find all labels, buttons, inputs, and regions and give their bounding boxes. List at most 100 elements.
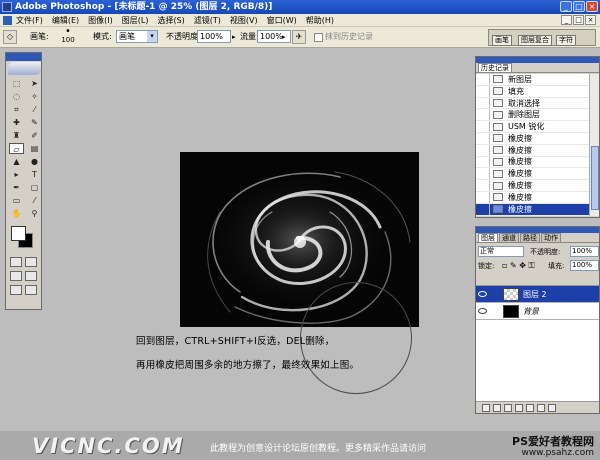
blur-tool-icon[interactable]: ▲	[9, 156, 24, 167]
airbrush-icon[interactable]: ✈	[292, 30, 306, 44]
history-item-label: 橡皮擦	[508, 157, 532, 167]
quick-mask-mode-icon[interactable]	[25, 257, 37, 267]
mode-select[interactable]: 画笔 ▾	[116, 30, 158, 43]
standard-screen-icon[interactable]	[10, 271, 22, 281]
shape-tool-icon[interactable]: ▢	[27, 182, 42, 193]
history-item[interactable]: 橡皮擦	[476, 132, 591, 145]
brush-picker[interactable]: • 100	[57, 27, 79, 46]
fill-input[interactable]: 100%	[570, 260, 599, 271]
zoom-tool-icon[interactable]: ⚲	[27, 208, 42, 219]
tab-actions[interactable]: 动作	[541, 233, 561, 242]
menu-window[interactable]: 窗口(W)	[267, 14, 297, 27]
history-item-active[interactable]: 橡皮擦	[476, 203, 591, 216]
clone-stamp-tool-icon[interactable]: ♜	[9, 130, 24, 141]
well-tab-brushes[interactable]: 画笔	[492, 35, 512, 46]
crop-tool-icon[interactable]: ⌗	[9, 104, 24, 115]
jump-row	[6, 283, 41, 297]
history-brush-tool-icon[interactable]: ✐	[27, 130, 42, 141]
minimize-button[interactable]: _	[560, 1, 572, 12]
opacity-input[interactable]: 100%	[197, 30, 231, 43]
notes-tool-icon[interactable]: ▭	[9, 195, 24, 206]
photoshop-feather-logo[interactable]	[8, 62, 41, 75]
menu-view[interactable]: 视图(V)	[230, 14, 258, 27]
dodge-tool-icon[interactable]: ●	[27, 156, 42, 167]
history-item[interactable]: 删除图层	[476, 109, 591, 122]
move-tool-icon[interactable]: ➤	[27, 78, 42, 89]
tab-paths[interactable]: 路径	[520, 233, 540, 242]
menu-file[interactable]: 文件(F)	[16, 14, 43, 27]
flow-arrow-icon[interactable]: ▸	[282, 30, 286, 44]
adjustment-layer-icon[interactable]	[515, 404, 523, 412]
eraser-state-icon	[493, 193, 503, 202]
eye-icon[interactable]	[478, 291, 487, 297]
full-screen-menu-icon[interactable]	[25, 271, 37, 281]
history-state-icon	[493, 122, 503, 131]
doc-minimize-button[interactable]: _	[561, 15, 572, 25]
gradient-tool-icon[interactable]: ▤	[27, 143, 42, 154]
marquee-tool-icon[interactable]: ⬚	[9, 78, 24, 89]
type-tool-icon[interactable]: T	[27, 169, 42, 180]
eyedropper-tool-icon[interactable]: ⁄	[27, 195, 42, 206]
standard-mode-icon[interactable]	[10, 257, 22, 267]
history-item[interactable]: 填充	[476, 85, 591, 98]
history-state-icon	[493, 98, 503, 107]
slice-tool-icon[interactable]: ⁄	[27, 104, 42, 115]
hand-tool-icon[interactable]: ✋	[9, 208, 24, 219]
magic-wand-tool-icon[interactable]: ✧	[27, 91, 42, 102]
doc-restore-button[interactable]: □	[573, 15, 584, 25]
lasso-tool-icon[interactable]: ◌	[9, 91, 24, 102]
blend-mode-select[interactable]: 正常	[478, 246, 524, 257]
link-icon[interactable]	[482, 404, 490, 412]
healing-brush-tool-icon[interactable]: ✚	[9, 117, 24, 128]
history-scroll-thumb[interactable]	[591, 146, 599, 210]
opacity-arrow-icon[interactable]: ▸	[232, 30, 236, 44]
toolbox-header[interactable]	[6, 53, 41, 61]
history-item[interactable]: 取消选择	[476, 97, 591, 110]
history-item[interactable]: 橡皮擦	[476, 156, 591, 169]
history-item[interactable]: 橡皮擦	[476, 191, 591, 204]
tab-layers[interactable]: 图层	[478, 233, 498, 242]
menu-help[interactable]: 帮助(H)	[306, 14, 334, 27]
history-item[interactable]: USM 锐化	[476, 121, 591, 133]
menu-image[interactable]: 图像(I)	[88, 14, 113, 27]
layer-row-layer-2[interactable]: 图层 2	[476, 286, 599, 303]
tab-history[interactable]: 历史记录	[478, 63, 512, 72]
layer-opacity-input[interactable]: 100%	[570, 246, 599, 257]
history-item[interactable]: 橡皮擦	[476, 168, 591, 181]
foreground-color-swatch[interactable]	[11, 226, 26, 241]
history-item-label: 删除图层	[508, 110, 540, 120]
tab-channels[interactable]: 通道	[499, 233, 519, 242]
trash-icon[interactable]	[548, 404, 556, 412]
close-button[interactable]: ×	[586, 1, 598, 12]
history-item[interactable]: 橡皮擦	[476, 144, 591, 157]
doc-close-button[interactable]: ×	[585, 15, 596, 25]
layer-style-icon[interactable]	[493, 404, 501, 412]
eye-icon[interactable]	[478, 308, 487, 314]
fill-value: 100%	[572, 261, 593, 269]
erase-to-history-checkbox[interactable]	[314, 33, 323, 42]
new-layer-icon[interactable]	[537, 404, 545, 412]
folder-icon[interactable]	[526, 404, 534, 412]
history-item[interactable]: 橡皮擦	[476, 180, 591, 192]
history-item[interactable]: 新图层	[476, 74, 591, 86]
eraser-tool-preset-icon[interactable]: ◇	[3, 30, 17, 44]
mask-icon[interactable]	[504, 404, 512, 412]
maximize-button[interactable]: □	[573, 1, 585, 12]
well-tab-layer-comps[interactable]: 图层复合	[518, 35, 552, 46]
lock-icons[interactable]: ▫ ✎ ✥ ⚿	[502, 260, 535, 272]
path-selection-tool-icon[interactable]: ▸	[9, 169, 24, 180]
menu-filter[interactable]: 滤镜(T)	[194, 14, 221, 27]
eraser-tool-icon[interactable]: ▱	[9, 143, 24, 154]
history-item-label: 橡皮擦	[508, 181, 532, 191]
brush-tool-icon[interactable]: ✎	[27, 117, 42, 128]
well-tab-character[interactable]: 字符	[556, 35, 576, 46]
pen-tool-icon[interactable]: ✒	[9, 182, 24, 193]
options-bar: ◇ 画笔: • 100 模式: 画笔 ▾ 不透明度: 100% ▸ 流量: 10…	[0, 27, 600, 48]
menu-select[interactable]: 选择(S)	[157, 14, 184, 27]
history-scrollbar[interactable]	[589, 74, 599, 216]
jump-to-imageready-icon[interactable]	[25, 285, 37, 295]
full-screen-icon[interactable]	[10, 285, 22, 295]
document-icon[interactable]	[3, 16, 12, 25]
layer-row-background[interactable]: 背景	[476, 303, 599, 320]
menu-layer[interactable]: 图层(L)	[122, 14, 149, 27]
